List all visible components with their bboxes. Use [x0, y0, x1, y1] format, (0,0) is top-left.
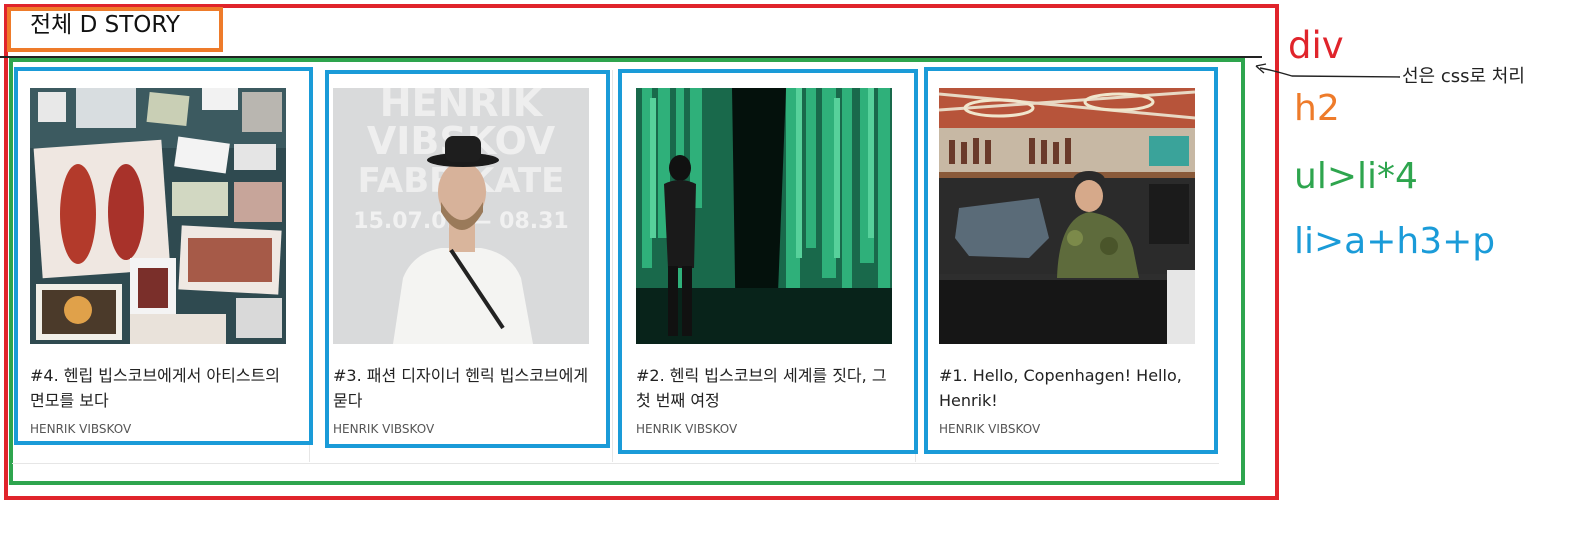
section-title: 전체 D STORY [30, 12, 180, 38]
story-author: HENRIK VIBSKOV [333, 422, 435, 436]
story-author: HENRIK VIBSKOV [636, 422, 738, 436]
story-title[interactable]: #3. 패션 디자이너 헨릭 빕스코브에게 묻다 [333, 363, 595, 413]
story-title[interactable]: #2. 헨릭 빕스코브의 세계를 짓다, 그 첫 번째 여정 [636, 363, 898, 413]
annotation-arrow-icon [1255, 63, 1401, 78]
story-thumbnail[interactable] [939, 88, 1195, 344]
story-thumbnail[interactable]: HENRIK VIBSKOV FABRIKATE 15.07.09 — 08.3… [333, 88, 589, 344]
story-author: HENRIK VIBSKOV [30, 422, 132, 436]
story-thumbnail[interactable] [636, 88, 892, 344]
annotation-ul: ul>li*4 [1294, 156, 1418, 197]
story-title[interactable]: #1. Hello, Copenhagen! Hello, Henrik! [939, 363, 1201, 413]
list-divider [612, 70, 613, 462]
annotation-li: li>a+h3+p [1294, 221, 1496, 262]
story-thumbnail[interactable] [30, 88, 286, 344]
story-author: HENRIK VIBSKOV [939, 422, 1041, 436]
annotation-h2: h2 [1294, 88, 1340, 129]
annotation-line-note: 선은 css로 처리 [1402, 66, 1525, 87]
story-title[interactable]: #4. 헨립 빕스코브에게서 아티스트의 면모를 보다 [30, 363, 292, 413]
list-bottom-border [12, 463, 1219, 464]
